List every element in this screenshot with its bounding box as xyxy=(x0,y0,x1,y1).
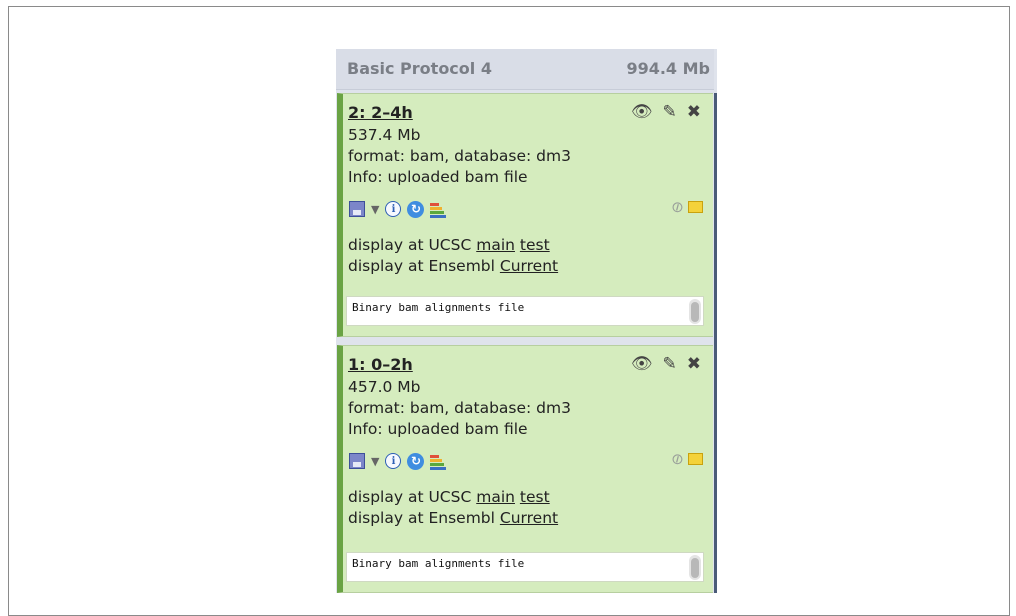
ucsc-main-link[interactable]: main xyxy=(476,488,515,506)
dataset-tag-icons: ⊘ xyxy=(668,448,703,470)
ucsc-prefix: display at UCSC xyxy=(348,236,472,254)
dataset-peek: Binary bam alignments file xyxy=(346,552,704,582)
annotation-icon[interactable] xyxy=(688,453,703,465)
dataset-tag-icons: ⊘ xyxy=(668,196,703,218)
rerun-icon[interactable]: ↻ xyxy=(407,200,425,218)
dataset-size: 537.4 Mb xyxy=(348,126,421,144)
info-icon[interactable]: i xyxy=(385,201,402,217)
dataset-title-link[interactable]: 2: 2–4h xyxy=(348,103,413,122)
chevron-down-icon[interactable]: ▼ xyxy=(371,203,379,216)
tag-icon[interactable]: ⊘ xyxy=(668,196,688,218)
dataset-item: 2: 2–4h 👁 ✎ ✖ 537.4 Mb format: bam, data… xyxy=(337,93,713,337)
ensembl-prefix: display at Ensembl xyxy=(348,509,495,527)
dataset-actions: ▼ i ↻ xyxy=(349,450,447,472)
figure-frame: Basic Protocol 4 994.4 Mb 2: 2–4h 👁 ✎ ✖ … xyxy=(8,6,1010,616)
save-icon[interactable] xyxy=(349,453,365,469)
eye-icon[interactable]: 👁 xyxy=(631,102,653,122)
pencil-icon[interactable]: ✎ xyxy=(663,354,677,374)
ensembl-current-link[interactable]: Current xyxy=(500,257,558,275)
ucsc-prefix: display at UCSC xyxy=(348,488,472,506)
ensembl-prefix: display at Ensembl xyxy=(348,257,495,275)
dataset-title-link[interactable]: 1: 0–2h xyxy=(348,355,413,374)
history-title: Basic Protocol 4 xyxy=(347,59,492,78)
dataset-info: Info: uploaded bam file xyxy=(348,168,528,186)
save-icon[interactable] xyxy=(349,201,365,217)
peek-scrollbar[interactable] xyxy=(689,299,701,324)
history-header: Basic Protocol 4 994.4 Mb xyxy=(336,49,714,90)
dataset-format: format: bam, database: dm3 xyxy=(348,399,571,417)
dataset-size: 457.0 Mb xyxy=(348,378,421,396)
dataset-peek: Binary bam alignments file xyxy=(346,296,704,326)
pencil-icon[interactable]: ✎ xyxy=(663,102,677,122)
ucsc-test-link[interactable]: test xyxy=(520,236,550,254)
dataset-item: 1: 0–2h 👁 ✎ ✖ 457.0 Mb format: bam, data… xyxy=(337,345,713,593)
ucsc-display-line: display at UCSC main test xyxy=(348,488,550,506)
peek-text: Binary bam alignments file xyxy=(352,557,525,570)
ensembl-current-link[interactable]: Current xyxy=(500,509,558,527)
visualize-icon[interactable] xyxy=(430,201,447,218)
rerun-icon[interactable]: ↻ xyxy=(407,452,425,470)
history-panel: Basic Protocol 4 994.4 Mb 2: 2–4h 👁 ✎ ✖ … xyxy=(336,49,717,593)
info-icon[interactable]: i xyxy=(385,453,402,469)
ensembl-display-line: display at Ensembl Current xyxy=(348,509,558,527)
dataset-actions: ▼ i ↻ xyxy=(349,198,447,220)
annotation-icon[interactable] xyxy=(688,201,703,213)
dataset-header-icons: 👁 ✎ ✖ xyxy=(631,354,701,374)
history-size: 994.4 Mb xyxy=(626,59,710,78)
ucsc-main-link[interactable]: main xyxy=(476,236,515,254)
ucsc-display-line: display at UCSC main test xyxy=(348,236,550,254)
dataset-header-icons: 👁 ✎ ✖ xyxy=(631,102,701,122)
dataset-info: Info: uploaded bam file xyxy=(348,420,528,438)
peek-scrollbar[interactable] xyxy=(689,555,701,580)
ucsc-test-link[interactable]: test xyxy=(520,488,550,506)
delete-icon[interactable]: ✖ xyxy=(687,102,701,122)
chevron-down-icon[interactable]: ▼ xyxy=(371,455,379,468)
tag-icon[interactable]: ⊘ xyxy=(668,448,688,470)
ensembl-display-line: display at Ensembl Current xyxy=(348,257,558,275)
peek-text: Binary bam alignments file xyxy=(352,301,525,314)
delete-icon[interactable]: ✖ xyxy=(687,354,701,374)
dataset-format: format: bam, database: dm3 xyxy=(348,147,571,165)
eye-icon[interactable]: 👁 xyxy=(631,354,653,374)
visualize-icon[interactable] xyxy=(430,453,447,470)
